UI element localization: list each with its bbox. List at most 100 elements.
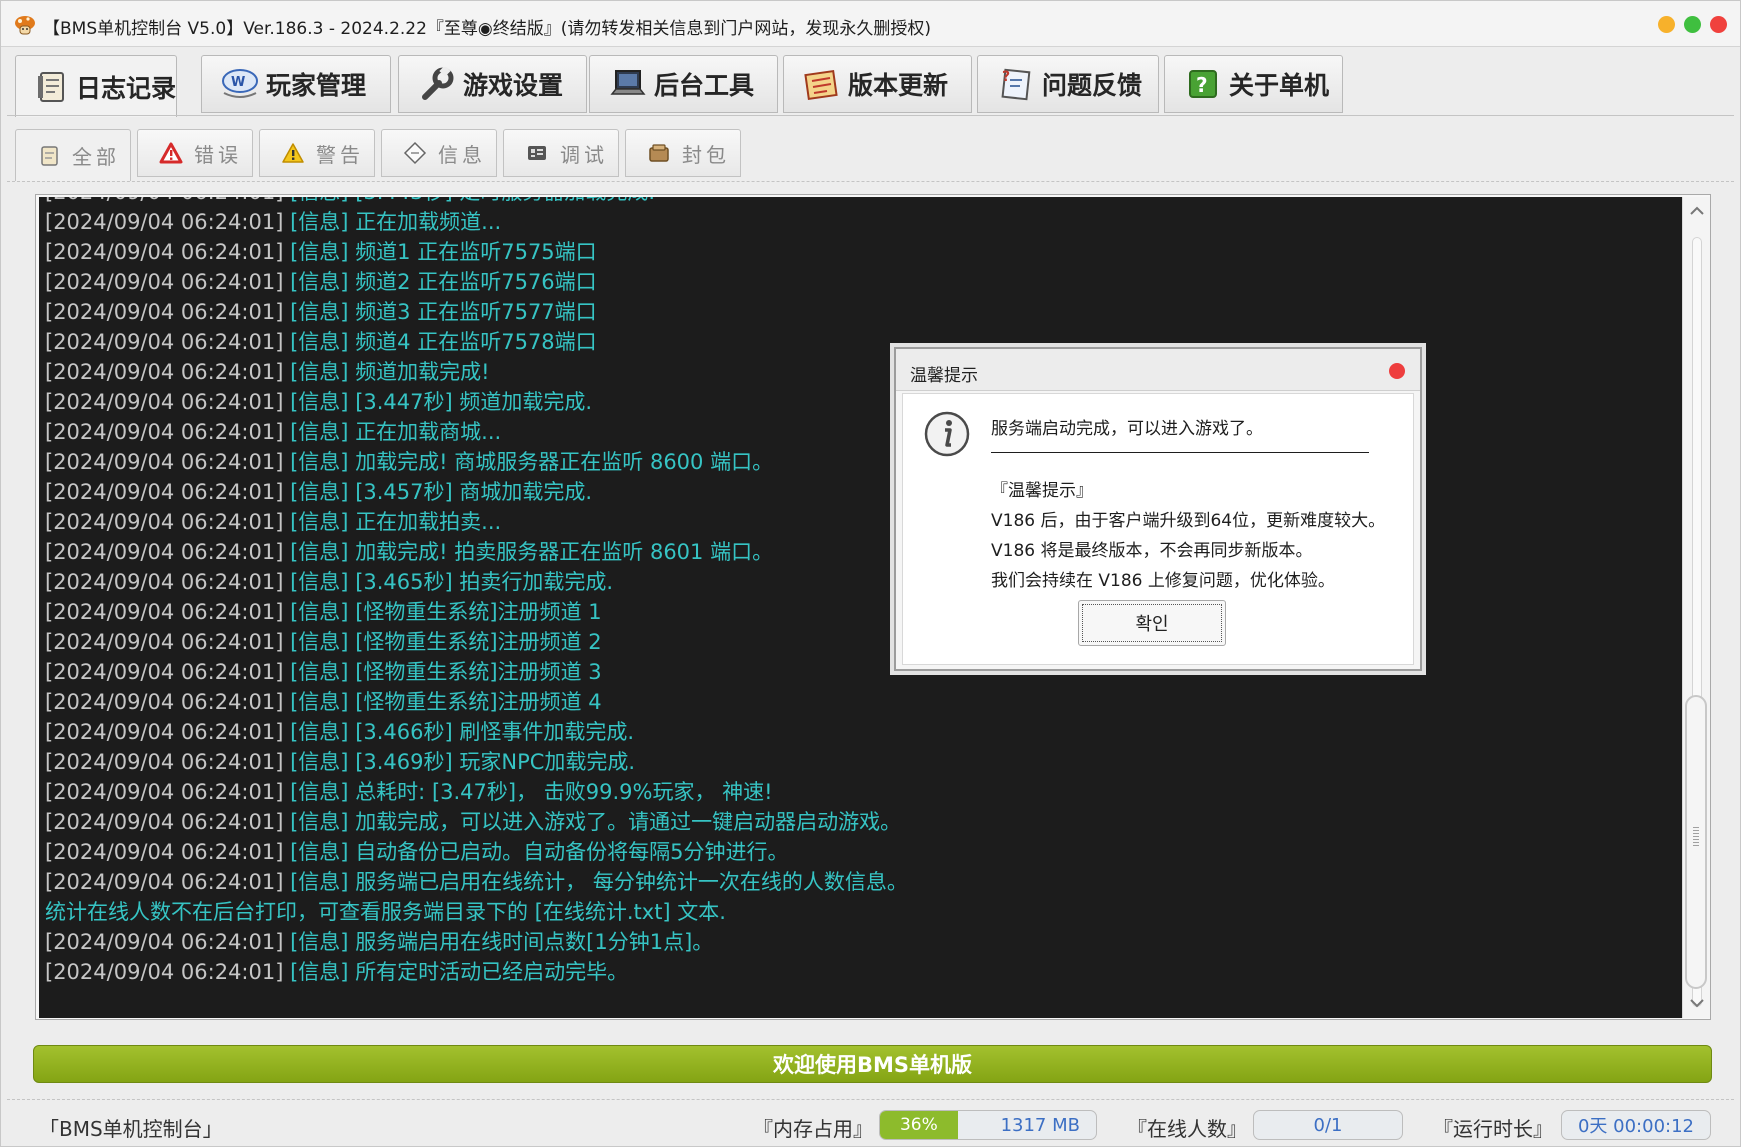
log-timestamp: [2024/09/04 06:24:01] xyxy=(45,690,284,714)
log-timestamp: [2024/09/04 06:24:01] xyxy=(45,930,284,954)
log-level: [信息] xyxy=(290,480,349,504)
ok-button[interactable]: 확인 xyxy=(1078,600,1226,646)
log-timestamp: [2024/09/04 06:24:01] xyxy=(45,600,284,624)
log-message: 加载完成! 商城服务器正在监听 8600 端口。 xyxy=(355,450,774,474)
log-timestamp: [2024/09/04 06:24:01] xyxy=(45,780,284,804)
log-message: 频道1 正在监听7575端口 xyxy=(355,240,597,264)
tab-version-update[interactable]: 版本更新 xyxy=(783,55,972,113)
tab-game-settings[interactable]: 游戏设置 xyxy=(398,55,587,113)
log-timestamp: [2024/09/04 06:24:01] xyxy=(45,420,284,444)
log-message: 频道4 正在监听7578端口 xyxy=(355,330,597,354)
log-line: [2024/09/04 06:24:01] [信息] [怪物重生系统]注册频道 … xyxy=(45,687,1675,717)
log-level: [信息] xyxy=(290,750,349,774)
log-message: 总耗时: [3.47秒]， 击败99.9%玩家， 神速! xyxy=(355,780,773,804)
status-divider xyxy=(7,1099,1734,1100)
subtab-info[interactable]: 信息 xyxy=(381,129,497,177)
log-level: [信息] xyxy=(290,210,349,234)
tab-game-settings-label: 游戏设置 xyxy=(463,71,564,100)
log-message: 频道加载完成! xyxy=(355,360,490,384)
log-level: [信息] xyxy=(290,570,349,594)
dialog-close-button[interactable] xyxy=(1389,363,1405,379)
dialog-title: 温馨提示 xyxy=(910,366,978,386)
tab-feedback[interactable]: ? 问题反馈 xyxy=(977,55,1159,113)
log-timestamp: [2024/09/04 06:24:01] xyxy=(45,390,284,414)
log-level: [信息] xyxy=(290,810,349,834)
subtab-package[interactable]: 封包 xyxy=(625,129,741,177)
log-level: [信息] xyxy=(290,660,349,684)
uptime-label: 『运行时长』 xyxy=(1433,1117,1553,1141)
subtab-all[interactable]: 全部 xyxy=(15,129,131,181)
log-timestamp: [2024/09/04 06:24:01] xyxy=(45,660,284,684)
log-timestamp: [2024/09/04 06:24:01] xyxy=(45,630,284,654)
log-level: [信息] xyxy=(290,450,349,474)
log-message: [怪物重生系统]注册频道 2 xyxy=(355,630,602,654)
log-level: [信息] xyxy=(290,510,349,534)
log-message: [3.465秒] 拍卖行加载完成. xyxy=(355,570,614,594)
log-timestamp: [2024/09/04 06:24:01] xyxy=(45,480,284,504)
app-window: 【BMS单机控制台 V5.0】Ver.186.3 - 2024.2.22『至尊◉… xyxy=(0,0,1741,1147)
help-icon: ? xyxy=(1183,66,1223,102)
log-level: [信息] xyxy=(290,600,349,624)
dialog-line-2: V186 将是最终版本，不会再同步新版本。 xyxy=(991,541,1313,561)
close-button[interactable] xyxy=(1710,16,1727,33)
log-level: [信息] xyxy=(290,300,349,324)
log-line: [2024/09/04 06:24:01] [信息] [3.443秒] 定时服务… xyxy=(45,197,1675,207)
tab-players-label: 玩家管理 xyxy=(266,71,367,100)
tab-log[interactable]: 日志记录 xyxy=(15,55,177,117)
log-timestamp: [2024/09/04 06:24:01] xyxy=(45,450,284,474)
welcome-bar: 欢迎使用BMS单机版 xyxy=(33,1045,1712,1083)
tab-players[interactable]: W 玩家管理 xyxy=(201,55,391,113)
subtab-divider xyxy=(7,181,1734,182)
tab-feedback-label: 问题反馈 xyxy=(1042,71,1143,100)
tab-divider xyxy=(7,115,1734,116)
log-message: [3.447秒] 频道加载完成. xyxy=(355,390,593,414)
subtab-warning-label: 警告 xyxy=(316,142,364,167)
log-line: [2024/09/04 06:24:01] [信息] 正在加载商城... xyxy=(45,417,1675,447)
log-line: [2024/09/04 06:24:01] [信息] 加载完成! 商城服务器正在… xyxy=(45,447,1675,477)
tab-about[interactable]: ? 关于单机 xyxy=(1164,55,1343,113)
log-message: 所有定时活动已经启动完毕。 xyxy=(355,960,629,984)
minimize-button[interactable] xyxy=(1658,16,1675,33)
log-message: [3.469秒] 玩家NPC加载完成. xyxy=(355,750,636,774)
tab-backend-tools[interactable]: 后台工具 xyxy=(589,55,778,113)
log-level: [信息] xyxy=(290,240,349,264)
log-message: 正在加载频道... xyxy=(355,210,502,234)
log-message: 正在加载商城... xyxy=(355,420,502,444)
window-title: 【BMS单机控制台 V5.0】Ver.186.3 - 2024.2.22『至尊◉… xyxy=(43,19,932,39)
subtab-package-label: 封包 xyxy=(682,142,730,167)
scroll-up-icon[interactable] xyxy=(1689,203,1705,219)
log-level: [信息] xyxy=(290,630,349,654)
welcome-text: 欢迎使用BMS单机版 xyxy=(772,1053,973,1077)
scroll-grip xyxy=(1693,827,1699,847)
log-line: [2024/09/04 06:24:01] [信息] 加载完成，可以进入游戏了。… xyxy=(45,807,1675,837)
dialog-header[interactable]: 温馨提示 xyxy=(896,349,1420,391)
log-level: [信息] xyxy=(290,330,349,354)
log-timestamp: [2024/09/04 06:24:01] xyxy=(45,960,284,984)
log-timestamp: [2024/09/04 06:24:01] xyxy=(45,720,284,744)
tab-backend-tools-label: 后台工具 xyxy=(654,71,755,100)
log-timestamp: [2024/09/04 06:24:01] xyxy=(45,750,284,774)
ok-focus-ring xyxy=(1082,604,1222,642)
update-icon xyxy=(802,66,842,102)
feedback-icon: ? xyxy=(996,66,1036,102)
log-message: 正在加载拍卖... xyxy=(355,510,502,534)
uptime-pill: 0天 00:00:12 xyxy=(1561,1110,1711,1140)
log-message: 加载完成，可以进入游戏了。请通过一键启动器启动游戏。 xyxy=(355,810,902,834)
subtab-error[interactable]: 错误 xyxy=(137,129,253,177)
log-line: [2024/09/04 06:24:01] [信息] [怪物重生系统]注册频道 … xyxy=(45,657,1675,687)
title-bar[interactable]: 【BMS单机控制台 V5.0】Ver.186.3 - 2024.2.22『至尊◉… xyxy=(1,1,1740,47)
log-message: [3.466秒] 刷怪事件加载完成. xyxy=(355,720,635,744)
log-line: [2024/09/04 06:24:01] [信息] 加载完成! 拍卖服务器正在… xyxy=(45,537,1675,567)
subtab-debug[interactable]: 调试 xyxy=(503,129,619,177)
subtab-warning[interactable]: 警告 xyxy=(259,129,375,177)
notice-dialog: 温馨提示 服务端启动完成，可以进入游戏了。 『温馨提示』 V186 后，由于客户… xyxy=(894,347,1422,671)
log-level: [信息] xyxy=(290,390,349,414)
maximize-button[interactable] xyxy=(1684,16,1701,33)
log-level: [信息] xyxy=(290,197,348,204)
log-console[interactable]: [2024/09/04 06:24:01] [信息] [3.443秒] 定时服务… xyxy=(39,197,1682,1018)
log-level: [信息] xyxy=(290,720,349,744)
log-message: [3.443秒] 定时服务器加载完成. xyxy=(355,197,655,204)
online-count-pill: 0/1 xyxy=(1253,1110,1403,1140)
scroll-down-icon[interactable] xyxy=(1689,995,1705,1011)
log-line: [2024/09/04 06:24:01] [信息] [3.447秒] 频道加载… xyxy=(45,387,1675,417)
